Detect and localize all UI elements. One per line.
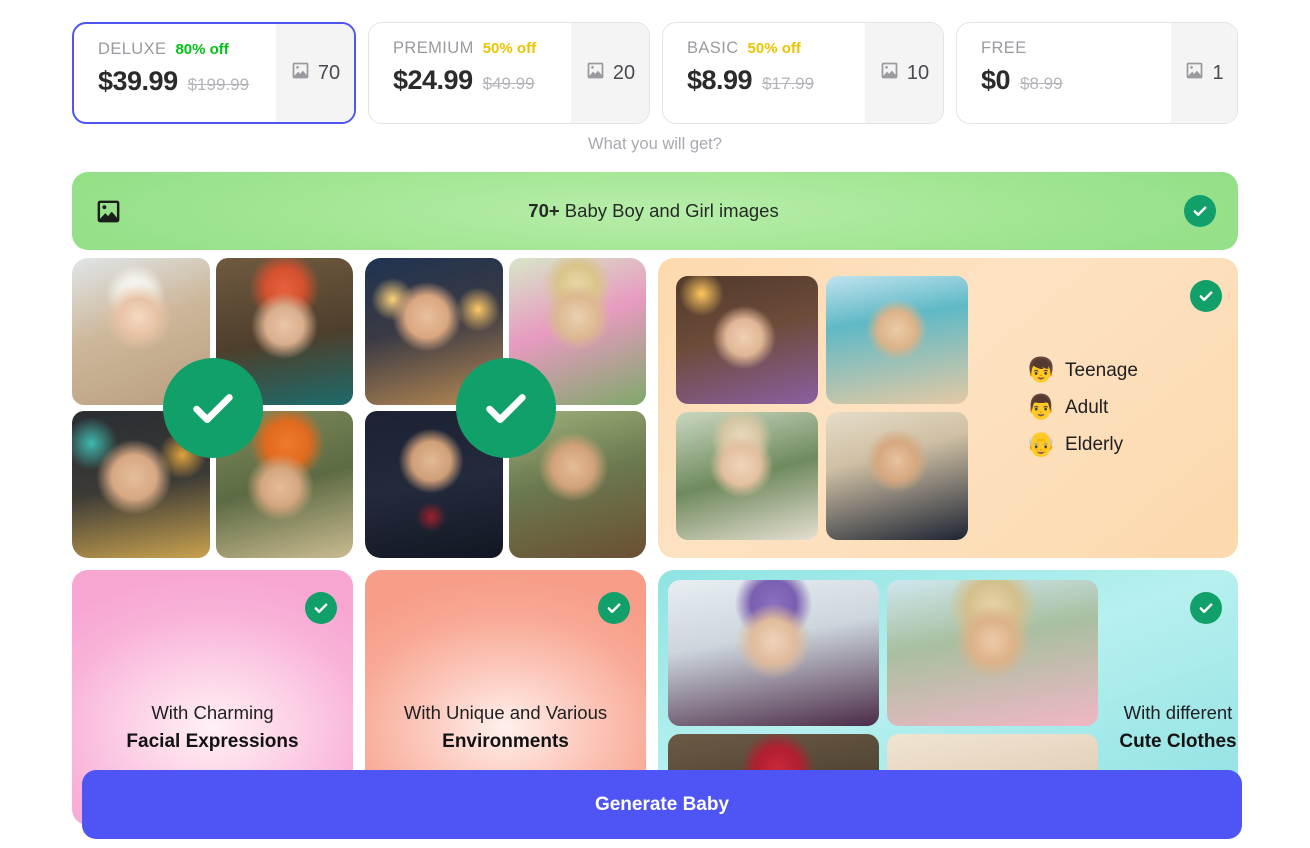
- plan-prices: $8.99 $17.99: [687, 65, 865, 96]
- plan-card-premium[interactable]: PREMIUM 50% off $24.99 $49.99 20: [368, 22, 650, 124]
- plan-name: PREMIUM: [393, 39, 474, 57]
- plan-price: $39.99: [98, 66, 178, 96]
- check-icon[interactable]: [1184, 195, 1216, 227]
- kids-photo-grid-card[interactable]: [72, 258, 353, 558]
- photo-thumb: [826, 276, 968, 404]
- check-badge: [455, 358, 556, 458]
- feature-text: With Unique and Various Environments: [365, 702, 646, 753]
- plan-prices: $39.99 $199.99: [98, 66, 276, 97]
- plan-name: BASIC: [687, 39, 739, 57]
- age-options-list: 👦 Teenage 👨 Adult 👴 Elderly: [1026, 359, 1138, 457]
- banner-label: 70+ Baby Boy and Girl images: [123, 200, 1184, 222]
- plan-discount-badge: 50% off: [482, 40, 537, 57]
- age-option-teenage[interactable]: 👦 Teenage: [1026, 359, 1138, 383]
- photo-thumb: [676, 276, 818, 404]
- plan-name: DELUXE: [98, 40, 167, 58]
- plan-header: BASIC 50% off: [687, 39, 865, 59]
- plan-info: FREE $0 $8.99: [957, 23, 1171, 123]
- image-icon: [290, 60, 311, 86]
- check-icon[interactable]: [305, 592, 337, 624]
- plan-card-deluxe[interactable]: DELUXE 80% off $39.99 $199.99 70: [72, 22, 356, 124]
- plan-info: PREMIUM 50% off $24.99 $49.99: [369, 23, 571, 123]
- feature-line-2: Environments: [442, 731, 569, 752]
- check-icon[interactable]: [598, 592, 630, 624]
- plan-price: $8.99: [687, 65, 753, 95]
- check-icon[interactable]: [1190, 280, 1222, 312]
- plan-header: DELUXE 80% off: [98, 40, 276, 60]
- plan-image-count: 20: [571, 23, 649, 123]
- check-badge: [1190, 280, 1222, 312]
- plan-old-price: $8.99: [1020, 74, 1063, 93]
- age-options-card[interactable]: 👦 Teenage 👨 Adult 👴 Elderly: [658, 258, 1238, 558]
- age-option-elderly[interactable]: 👴 Elderly: [1026, 433, 1138, 457]
- feature-row-bottom: With Charming Facial Expressions With Un…: [72, 570, 1238, 825]
- photo-thumb: [887, 580, 1098, 726]
- plan-price: $0: [981, 65, 1011, 95]
- elderly-face-icon: 👴: [1026, 431, 1056, 458]
- plan-price: $24.99: [393, 65, 473, 95]
- age-option-adult[interactable]: 👨 Adult: [1026, 396, 1138, 420]
- plan-info: BASIC 50% off $8.99 $17.99: [663, 23, 865, 123]
- photo-thumb: [676, 412, 818, 540]
- photo-thumb: [826, 412, 968, 540]
- check-icon[interactable]: [1190, 592, 1222, 624]
- pricing-screen: DELUXE 80% off $39.99 $199.99 70 PREMIUM: [0, 0, 1310, 848]
- images-count-banner[interactable]: 70+ Baby Boy and Girl images: [72, 172, 1238, 250]
- feature-line-1: With Charming: [151, 702, 274, 723]
- age-option-label: Teenage: [1065, 360, 1138, 381]
- generate-baby-button[interactable]: Generate Baby: [82, 770, 1242, 839]
- adults-photo-grid-card[interactable]: [365, 258, 646, 558]
- plan-count-value: 20: [612, 61, 636, 84]
- plan-card-basic[interactable]: BASIC 50% off $8.99 $17.99 10: [662, 22, 944, 124]
- image-icon: [879, 60, 900, 86]
- image-icon: [585, 60, 606, 86]
- plan-old-price: $17.99: [762, 74, 815, 93]
- plan-old-price: $199.99: [187, 75, 250, 94]
- plan-info: DELUXE 80% off $39.99 $199.99: [74, 24, 276, 122]
- image-icon: [94, 197, 123, 226]
- plan-header: FREE: [981, 39, 1171, 59]
- adult-face-icon: 👨: [1026, 394, 1056, 421]
- check-icon[interactable]: [455, 358, 556, 458]
- feature-row-middle: 👦 Teenage 👨 Adult 👴 Elderly: [72, 258, 1238, 558]
- banner-count: 70+: [528, 200, 560, 221]
- plan-prices: $24.99 $49.99: [393, 65, 571, 96]
- check-badge: [1190, 592, 1222, 624]
- plan-discount-badge: 80% off: [175, 41, 229, 58]
- plan-card-free[interactable]: FREE $0 $8.99 1: [956, 22, 1238, 124]
- plan-name: FREE: [981, 39, 1027, 57]
- plan-old-price: $49.99: [482, 74, 535, 93]
- feature-line-1: With Unique and Various: [403, 702, 608, 723]
- feature-text: With Charming Facial Expressions: [72, 702, 353, 753]
- plan-discount-badge: 50% off: [747, 40, 801, 57]
- plan-header: PREMIUM 50% off: [393, 39, 571, 59]
- age-option-label: Elderly: [1065, 434, 1124, 455]
- section-subtitle: What you will get?: [588, 135, 722, 153]
- age-option-label: Adult: [1065, 397, 1109, 418]
- check-badge: [305, 592, 337, 624]
- plan-count-value: 1: [1212, 61, 1224, 84]
- check-badge: [162, 358, 263, 458]
- plan-prices: $0 $8.99: [981, 65, 1171, 96]
- check-badge: [1184, 195, 1216, 227]
- check-icon[interactable]: [162, 358, 263, 458]
- plan-list: DELUXE 80% off $39.99 $199.99 70 PREMIUM: [72, 22, 1238, 124]
- plan-count-value: 10: [906, 61, 930, 84]
- feature-line-2: Facial Expressions: [126, 731, 299, 752]
- plan-image-count: 10: [865, 23, 943, 123]
- feature-text: With different Cute Clothes: [1118, 702, 1238, 753]
- feature-line-2: Cute Clothes: [1119, 731, 1237, 752]
- teenage-face-icon: 👦: [1026, 357, 1056, 384]
- plan-count-value: 70: [317, 61, 341, 84]
- photo-thumb: [668, 580, 879, 726]
- plan-image-count: 1: [1171, 23, 1237, 123]
- feature-line-1: With different: [1123, 702, 1233, 723]
- check-badge: [598, 592, 630, 624]
- plan-image-count: 70: [276, 24, 354, 122]
- image-icon: [1184, 60, 1205, 86]
- photo-grid: [676, 276, 968, 540]
- banner-description: Baby Boy and Girl images: [559, 200, 779, 221]
